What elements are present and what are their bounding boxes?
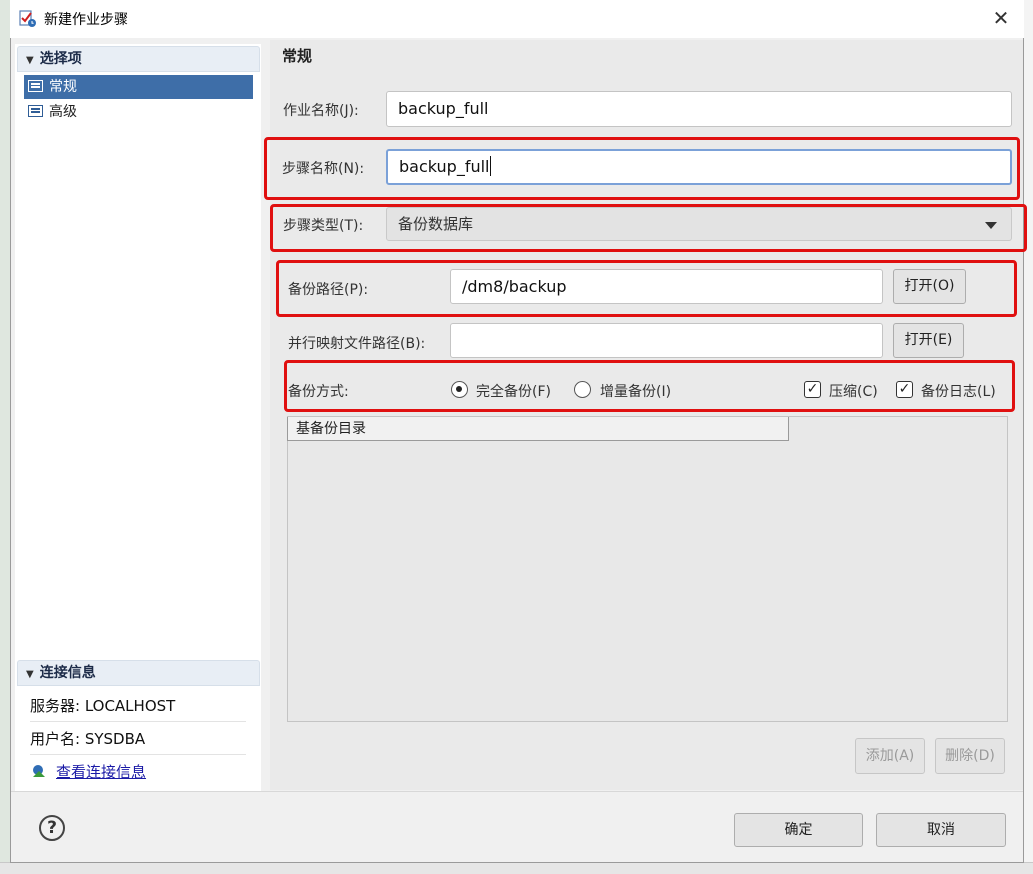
nav-item-label: 高级 bbox=[49, 104, 77, 120]
open-mapped-path-button[interactable]: 打开(E) bbox=[893, 323, 964, 358]
nav-item-general[interactable]: 常规 bbox=[24, 75, 253, 99]
connection-icon bbox=[33, 765, 45, 777]
options-header-label: 选择项 bbox=[39, 51, 82, 67]
help-icon[interactable]: ? bbox=[39, 815, 65, 841]
compress-label[interactable]: 压缩(C) bbox=[829, 381, 878, 401]
backup-log-label[interactable]: 备份日志(L) bbox=[921, 381, 996, 401]
backup-path-label: 备份路径(P): bbox=[288, 282, 369, 298]
incremental-backup-radio[interactable] bbox=[574, 381, 591, 398]
job-name-label: 作业名称(J): bbox=[283, 103, 359, 119]
collapse-triangle-icon: ▼ bbox=[26, 669, 34, 680]
step-name-label: 步骤名称(N): bbox=[282, 161, 365, 177]
footer-divider bbox=[11, 791, 1023, 792]
nav-item-label: 常规 bbox=[49, 79, 77, 95]
step-type-value: 备份数据库 bbox=[398, 215, 474, 233]
incremental-backup-label[interactable]: 增量备份(I) bbox=[600, 381, 671, 401]
backup-mode-label: 备份方式: bbox=[288, 384, 349, 400]
connection-section-header[interactable]: ▼ 连接信息 bbox=[17, 660, 260, 686]
base-backup-dir-column-header[interactable]: 基备份目录 bbox=[287, 417, 789, 441]
dropdown-arrow-icon[interactable] bbox=[985, 222, 997, 229]
list-icon bbox=[28, 105, 43, 117]
cancel-button[interactable]: 取消 bbox=[876, 813, 1006, 847]
background-app-bottom bbox=[0, 862, 1033, 874]
step-name-input[interactable]: backup_full bbox=[386, 149, 1012, 185]
delete-button[interactable]: 删除(D) bbox=[935, 738, 1005, 774]
step-type-select[interactable]: 备份数据库 bbox=[386, 207, 1012, 241]
nav-item-advanced[interactable]: 高级 bbox=[24, 100, 253, 124]
job-step-icon bbox=[19, 10, 36, 27]
close-icon[interactable]: ✕ bbox=[990, 7, 1012, 29]
step-type-label: 步骤类型(T): bbox=[283, 218, 364, 234]
user-info: 用户名: SYSDBA bbox=[30, 723, 246, 755]
server-info: 服务器: LOCALHOST bbox=[30, 690, 246, 722]
full-backup-radio[interactable] bbox=[451, 381, 468, 398]
full-backup-label[interactable]: 完全备份(F) bbox=[476, 381, 551, 401]
mapped-path-label: 并行映射文件路径(B): bbox=[288, 336, 426, 352]
job-name-input[interactable]: backup_full bbox=[386, 91, 1012, 127]
ok-button[interactable]: 确定 bbox=[734, 813, 863, 847]
text-cursor bbox=[489, 156, 491, 176]
background-app-right bbox=[1023, 0, 1033, 874]
add-button[interactable]: 添加(A) bbox=[855, 738, 925, 774]
title-bar bbox=[10, 0, 1024, 38]
step-name-value: backup_full bbox=[399, 157, 490, 176]
dialog-title: 新建作业步骤 bbox=[44, 12, 128, 28]
backup-path-input[interactable]: /dm8/backup bbox=[450, 269, 883, 304]
open-backup-path-button[interactable]: 打开(O) bbox=[893, 269, 966, 304]
collapse-triangle-icon: ▼ bbox=[26, 55, 34, 66]
compress-checkbox[interactable]: ✓ bbox=[804, 381, 821, 398]
view-connection-label[interactable]: 查看连接信息 bbox=[56, 763, 146, 781]
mapped-path-input[interactable] bbox=[450, 323, 883, 358]
backup-log-checkbox[interactable]: ✓ bbox=[896, 381, 913, 398]
options-section-header[interactable]: ▼ 选择项 bbox=[17, 46, 260, 72]
list-icon bbox=[28, 80, 43, 92]
base-backup-dir-list[interactable] bbox=[287, 416, 1008, 722]
view-connection-link[interactable]: 查看连接信息 bbox=[30, 759, 146, 785]
section-title: 常规 bbox=[282, 47, 313, 65]
connection-header-label: 连接信息 bbox=[39, 665, 96, 681]
